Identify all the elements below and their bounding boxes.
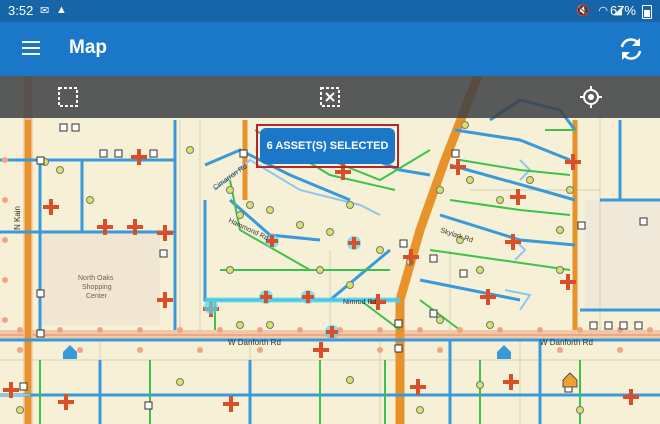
wifi-icon: ◠ <box>598 5 608 17</box>
selection-toast: 6 ASSET(S) SELECTED <box>256 124 399 168</box>
poi-label-line3: Center <box>86 293 108 300</box>
selection-toolbar <box>0 76 660 118</box>
street-label-nimrod: Nimrod Rd <box>343 299 377 306</box>
status-time: 3:52 <box>8 3 34 18</box>
poi-label-line1: North Oaks <box>78 275 114 282</box>
page-title: Map <box>69 37 107 58</box>
battery-level: 67% <box>609 3 636 18</box>
app-bar: Map <box>0 22 660 76</box>
battery-icon <box>642 5 652 19</box>
refresh-icon[interactable] <box>616 34 646 64</box>
locate-icon[interactable] <box>579 85 603 109</box>
selection-count: 6 ASSET(S) SELECTED <box>260 128 395 164</box>
street-label-w-danforth-2: W Danforth Rd <box>540 338 593 347</box>
menu-icon[interactable] <box>22 41 40 55</box>
select-rectangle-icon[interactable] <box>56 85 80 109</box>
status-bar: 3:52 ✉ ▲ 🔇 ◠ ◢ 67% <box>0 0 660 22</box>
mute-icon: 🔇 <box>576 5 590 17</box>
clear-selection-icon[interactable] <box>318 85 342 109</box>
street-label-w-danforth-1: W Danforth Rd <box>228 338 281 347</box>
drive-icon: ▲ <box>56 4 67 16</box>
street-label-n-kain: N Kain <box>13 206 22 230</box>
poi-label-line2: Shopping <box>82 284 112 291</box>
mail-icon: ✉ <box>40 5 50 17</box>
